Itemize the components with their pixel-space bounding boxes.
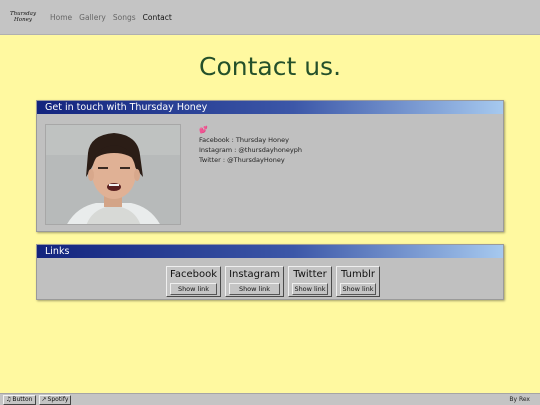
twitter-card: Twitter Show link	[288, 266, 332, 297]
links-panel: Links Facebook Show link Instagram Show …	[36, 244, 504, 300]
tumblr-card: Tumblr Show link	[336, 266, 380, 297]
instagram-card: Instagram Show link	[225, 266, 284, 297]
site-logo[interactable]: Thursday Honey	[6, 11, 40, 23]
spotify-button-label: Spotify	[47, 395, 69, 403]
nav-songs-link[interactable]: Songs	[113, 13, 136, 22]
links-panel-header: Links	[37, 245, 503, 258]
facebook-show-link-button[interactable]: Show link	[170, 283, 217, 295]
external-link-icon: ↗	[41, 395, 47, 403]
heart-icon: 💕	[199, 126, 208, 134]
contact-panel: Get in touch with Thursday Honey 💕 Faceb…	[36, 100, 504, 232]
contact-info: 💕 Facebook : Thursday Honey Instagram : …	[199, 125, 302, 165]
instagram-label: Instagram	[229, 269, 280, 280]
logo-line-2: Honey	[13, 17, 32, 23]
byline: By Rex	[509, 396, 530, 403]
page-title: Contact us.	[198, 52, 342, 81]
facebook-card: Facebook Show link	[166, 266, 221, 297]
contact-line-facebook: Facebook : Thursday Honey	[199, 136, 289, 144]
music-icon: ♫	[6, 395, 12, 403]
spotify-button[interactable]: ↗ Spotify	[38, 394, 72, 405]
link-cards: Facebook Show link Instagram Show link T…	[166, 266, 380, 297]
nav-contact-link[interactable]: Contact	[143, 13, 172, 22]
footer-bar: ♫ Button ↗ Spotify By Rex	[0, 393, 540, 405]
twitter-label: Twitter	[293, 269, 327, 280]
twitter-show-link-button[interactable]: Show link	[292, 283, 328, 295]
footer-button[interactable]: ♫ Button	[3, 394, 36, 405]
nav-gallery-link[interactable]: Gallery	[79, 13, 106, 22]
footer-button-label: Button	[12, 395, 33, 403]
nav-home-link[interactable]: Home	[50, 13, 72, 22]
contact-line-instagram: Instagram : @thursdayhoneyph	[199, 146, 303, 154]
band-member-photo	[45, 124, 181, 225]
portrait-image	[46, 125, 180, 224]
facebook-label: Facebook	[170, 269, 217, 280]
tumblr-label: Tumblr	[341, 269, 375, 280]
tumblr-show-link-button[interactable]: Show link	[340, 283, 376, 295]
instagram-show-link-button[interactable]: Show link	[229, 283, 280, 295]
contact-panel-header: Get in touch with Thursday Honey	[37, 101, 503, 114]
contact-line-twitter: Twitter : @ThursdayHoney	[199, 156, 285, 164]
navbar: Thursday Honey Home Gallery Songs Contac…	[0, 0, 540, 35]
